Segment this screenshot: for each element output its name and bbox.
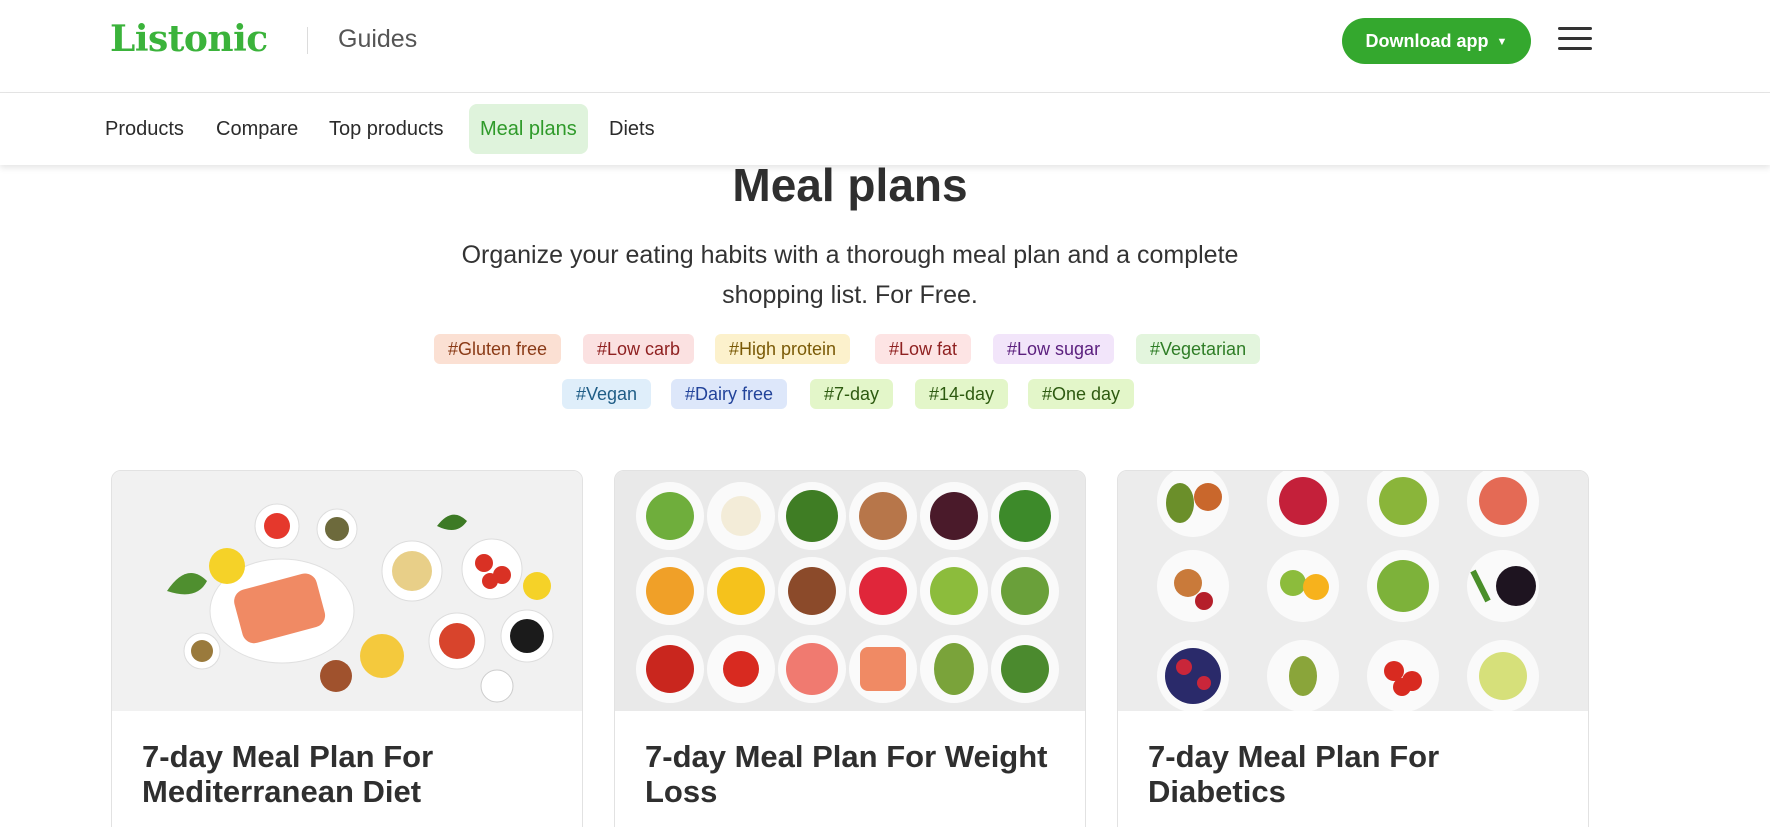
tag-low-fat[interactable]: #Low fat (875, 334, 972, 364)
card-title: 7-day Meal Plan For Mediterranean Diet (142, 739, 434, 809)
meal-plan-card-weight-loss[interactable]: 7-day Meal Plan For Weight Loss (614, 470, 1086, 827)
page-title: Meal plans (732, 159, 968, 211)
header-divider (307, 27, 308, 54)
tag-low-sugar[interactable]: #Low sugar (993, 334, 1115, 364)
top-header: Listonic Guides Download app ▼ (0, 0, 1770, 93)
nav-item-meal-plans[interactable]: Meal plans (469, 104, 588, 154)
nav-item-products[interactable]: Products (94, 104, 195, 154)
tag-vegetarian[interactable]: #Vegetarian (1136, 334, 1261, 364)
chevron-down-icon: ▼ (1496, 36, 1508, 48)
download-app-button[interactable]: Download app ▼ (1342, 18, 1531, 64)
meal-plan-card-diabetics[interactable]: 7-day Meal Plan For Diabetics (1117, 470, 1589, 827)
tag-high-protein[interactable]: #High protein (715, 334, 851, 364)
page-subtitle: Organize your eating habits with a thoro… (461, 241, 1239, 309)
mediterranean-food-image (112, 471, 582, 711)
tag-low-carb[interactable]: #Low carb (583, 334, 695, 364)
weight-loss-food-image (615, 471, 1085, 711)
category-nav: Products Compare Top products Meal plans… (0, 93, 1770, 165)
card-title: 7-day Meal Plan For Diabetics (1148, 739, 1440, 809)
meal-plan-card-mediterranean[interactable]: 7-day Meal Plan For Mediterranean Diet (111, 470, 583, 827)
nav-item-compare[interactable]: Compare (205, 104, 309, 154)
card-title: 7-day Meal Plan For Weight Loss (645, 739, 1048, 809)
tag-14-day[interactable]: #14-day (915, 379, 1009, 409)
diabetics-food-image (1118, 471, 1588, 711)
tag-7-day[interactable]: #7-day (810, 379, 894, 409)
download-app-label: Download app (1365, 30, 1489, 51)
tag-dairy-free[interactable]: #Dairy free (671, 379, 788, 409)
listonic-logo[interactable]: Listonic (110, 18, 268, 60)
tag-gluten-free[interactable]: #Gluten free (434, 334, 562, 364)
guides-link[interactable]: Guides (338, 25, 417, 54)
tag-vegan[interactable]: #Vegan (562, 379, 652, 409)
hamburger-menu-icon[interactable] (1558, 27, 1592, 55)
tag-one-day[interactable]: #One day (1028, 379, 1135, 409)
nav-item-top-products[interactable]: Top products (318, 104, 455, 154)
nav-item-diets[interactable]: Diets (598, 104, 666, 154)
